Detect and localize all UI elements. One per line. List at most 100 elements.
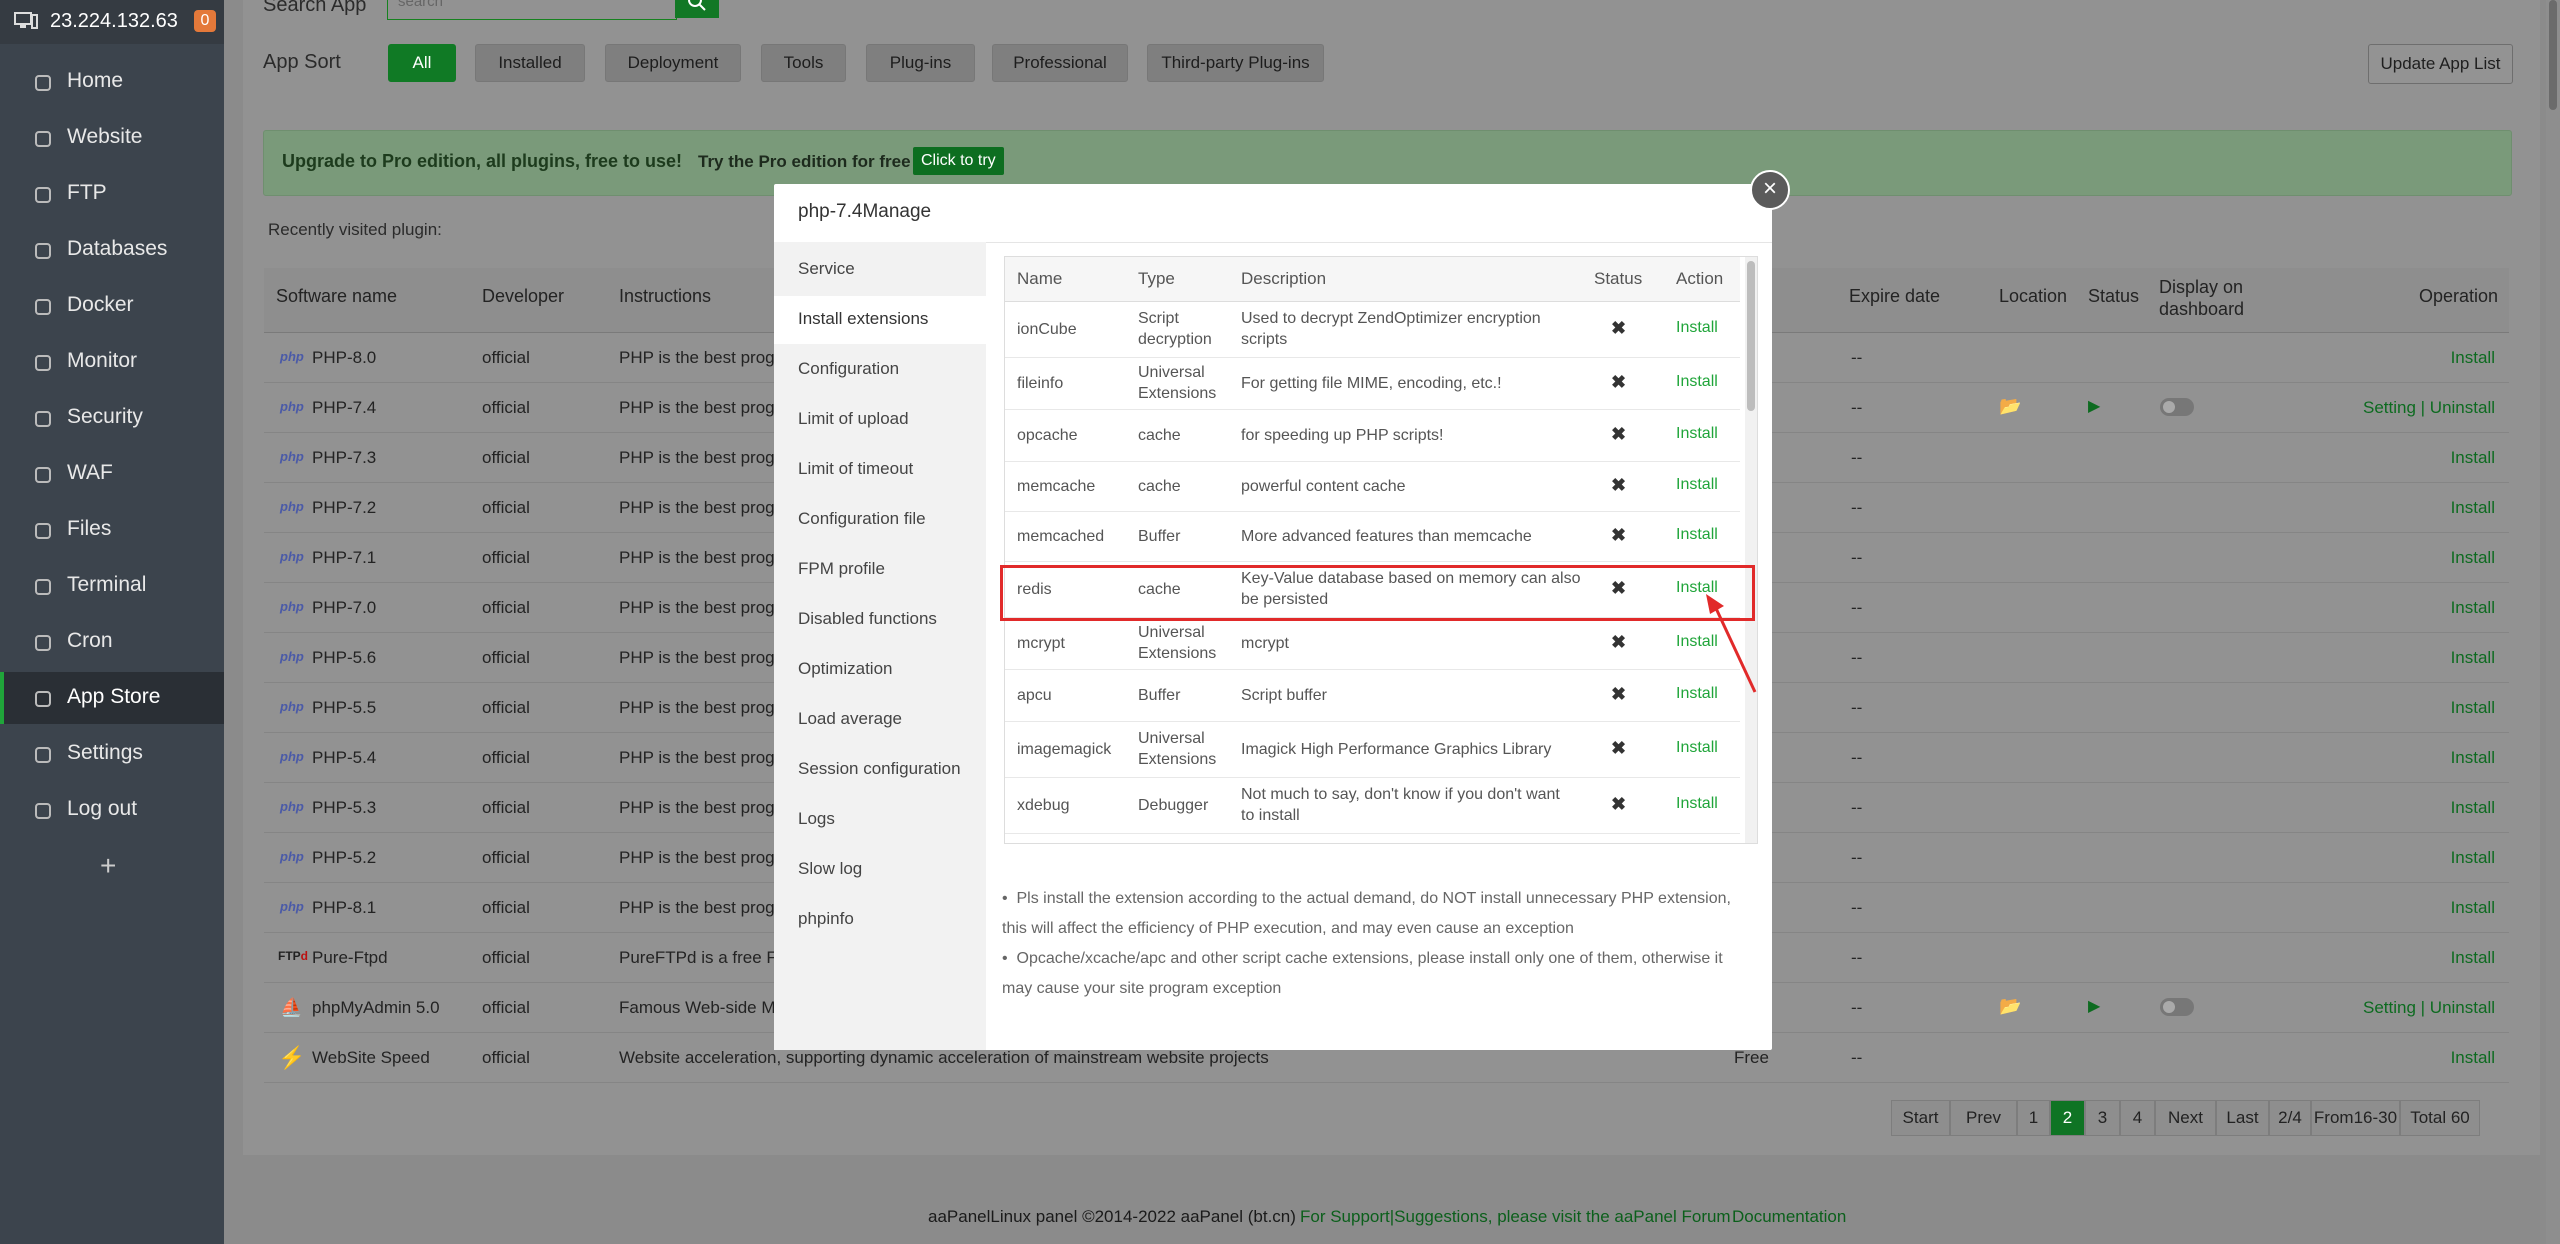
ext-type: Buffer bbox=[1138, 528, 1181, 545]
pager-item[interactable]: Total 60 bbox=[2400, 1100, 2480, 1136]
expire-date: -- bbox=[1851, 798, 1863, 817]
ext-name: memcached bbox=[1017, 528, 1105, 545]
install-button[interactable]: Install bbox=[1676, 425, 1718, 443]
page-scrollbar-thumb[interactable] bbox=[2549, 0, 2557, 110]
menu-item-limit-of-timeout[interactable]: Limit of timeout bbox=[774, 446, 986, 494]
menu-item-configuration[interactable]: Configuration bbox=[774, 346, 986, 394]
instructions: PHP is the best progr bbox=[619, 548, 781, 567]
operation-link[interactable]: Install bbox=[2451, 698, 2495, 718]
shield-icon bbox=[33, 409, 53, 429]
operation-link[interactable]: Install bbox=[2451, 748, 2495, 768]
pager-item[interactable]: 4 bbox=[2120, 1100, 2155, 1136]
menu-item-optimization[interactable]: Optimization bbox=[774, 646, 986, 694]
operation-link[interactable]: Install bbox=[2451, 498, 2495, 518]
extensions-scrollbar[interactable] bbox=[1745, 257, 1757, 843]
operation-link[interactable]: Install bbox=[2451, 648, 2495, 668]
click-to-try-button[interactable]: Click to try bbox=[913, 147, 1004, 175]
support-link[interactable]: For Support|Suggestions, please visit th… bbox=[1300, 1207, 1731, 1227]
sort-tab-professional[interactable]: Professional bbox=[992, 44, 1128, 82]
note-2: • Opcache/xcache/apc and other script ca… bbox=[1002, 950, 1723, 997]
sidebar-item-website[interactable]: Website bbox=[0, 112, 224, 164]
pager-item[interactable]: Next bbox=[2155, 1100, 2216, 1136]
operation-link[interactable]: Install bbox=[2451, 348, 2495, 368]
sort-tab-plug-ins[interactable]: Plug-ins bbox=[866, 44, 975, 82]
operation-link[interactable]: Install bbox=[2451, 1048, 2495, 1068]
menu-item-session-configuration[interactable]: Session configuration bbox=[774, 746, 986, 794]
add-icon[interactable]: + bbox=[100, 850, 116, 882]
pager-item[interactable]: 1 bbox=[2017, 1100, 2050, 1136]
menu-item-fpm-profile[interactable]: FPM profile bbox=[774, 546, 986, 594]
menu-item-disabled-functions[interactable]: Disabled functions bbox=[774, 596, 986, 644]
sort-tab-deployment[interactable]: Deployment bbox=[605, 44, 741, 82]
play-icon[interactable]: ▶ bbox=[2088, 996, 2100, 1016]
sort-tab-third-party-plug-ins[interactable]: Third-party Plug-ins bbox=[1147, 44, 1324, 82]
documentation-link[interactable]: Documentation bbox=[1732, 1207, 1846, 1227]
operation-link[interactable]: Setting | Uninstall bbox=[2363, 398, 2495, 418]
pager-item[interactable]: Start bbox=[1891, 1100, 1950, 1136]
sidebar-item-docker[interactable]: Docker bbox=[0, 280, 224, 332]
folder-icon[interactable]: 📂 bbox=[1999, 396, 2021, 417]
notification-badge[interactable]: 0 bbox=[194, 10, 216, 32]
folder-icon[interactable]: 📂 bbox=[1999, 996, 2021, 1017]
install-button[interactable]: Install bbox=[1676, 373, 1718, 391]
install-button[interactable]: Install bbox=[1676, 795, 1718, 813]
install-button[interactable]: Install bbox=[1676, 319, 1718, 337]
sidebar-item-log-out[interactable]: Log out bbox=[0, 784, 224, 836]
operation-link[interactable]: Setting | Uninstall bbox=[2363, 998, 2495, 1018]
operation-link[interactable]: Install bbox=[2451, 948, 2495, 968]
pager-item[interactable]: 3 bbox=[2085, 1100, 2120, 1136]
install-button[interactable]: Install bbox=[1676, 739, 1718, 757]
menu-item-logs[interactable]: Logs bbox=[774, 796, 986, 844]
page-scrollbar[interactable] bbox=[2546, 0, 2560, 1244]
install-button[interactable]: Install bbox=[1676, 476, 1718, 494]
play-icon[interactable]: ▶ bbox=[2088, 396, 2100, 416]
menu-item-load-average[interactable]: Load average bbox=[774, 696, 986, 744]
sort-tab-all[interactable]: All bbox=[388, 44, 456, 82]
pager-item[interactable]: Prev bbox=[1950, 1100, 2017, 1136]
update-app-list-button[interactable]: Update App List bbox=[2368, 44, 2513, 84]
search-input[interactable]: search bbox=[387, 0, 677, 20]
dashboard-toggle[interactable] bbox=[2160, 398, 2194, 416]
pager-item[interactable]: From16-30 bbox=[2311, 1100, 2400, 1136]
menu-item-configuration-file[interactable]: Configuration file bbox=[774, 496, 986, 544]
operation-link[interactable]: Install bbox=[2451, 898, 2495, 918]
install-button[interactable]: Install bbox=[1676, 526, 1718, 544]
pager-item[interactable]: 2 bbox=[2050, 1100, 2085, 1136]
instructions: PHP is the best progr bbox=[619, 648, 781, 667]
sort-tab-installed[interactable]: Installed bbox=[475, 44, 585, 82]
dashboard-toggle[interactable] bbox=[2160, 998, 2194, 1016]
menu-item-label: Configuration file bbox=[798, 509, 926, 528]
pager-item[interactable]: 2/4 bbox=[2269, 1100, 2311, 1136]
menu-item-service[interactable]: Service bbox=[774, 246, 986, 294]
operation-link[interactable]: Install bbox=[2451, 448, 2495, 468]
menu-item-install-extensions[interactable]: Install extensions bbox=[774, 296, 986, 344]
pager-item[interactable]: Last bbox=[2216, 1100, 2269, 1136]
sidebar-item-ftp[interactable]: FTP bbox=[0, 168, 224, 220]
ext-description: Used to decrypt ZendOptimizer encryption… bbox=[1241, 310, 1541, 348]
col-display-on-dashboard: Display on dashboard bbox=[2159, 277, 2245, 319]
search-button[interactable] bbox=[675, 0, 719, 18]
extensions-scrollbar-thumb[interactable] bbox=[1747, 261, 1755, 411]
sidebar-item-waf[interactable]: WAF bbox=[0, 448, 224, 500]
operation-link[interactable]: Install bbox=[2451, 848, 2495, 868]
operation-link[interactable]: Install bbox=[2451, 598, 2495, 618]
ext-col-type: Type bbox=[1138, 269, 1175, 288]
sidebar-item-databases[interactable]: Databases bbox=[0, 224, 224, 276]
close-icon[interactable]: × bbox=[1750, 170, 1790, 210]
menu-item-limit-of-upload[interactable]: Limit of upload bbox=[774, 396, 986, 444]
sidebar-item-app-store[interactable]: App Store bbox=[0, 672, 224, 724]
sidebar-item-label: Cron bbox=[67, 629, 113, 652]
menu-item-label: FPM profile bbox=[798, 559, 885, 578]
operation-link[interactable]: Install bbox=[2451, 798, 2495, 818]
sidebar-item-files[interactable]: Files bbox=[0, 504, 224, 556]
sidebar-item-cron[interactable]: Cron bbox=[0, 616, 224, 668]
sidebar-item-security[interactable]: Security bbox=[0, 392, 224, 444]
sidebar-item-settings[interactable]: Settings bbox=[0, 728, 224, 780]
operation-link[interactable]: Install bbox=[2451, 548, 2495, 568]
sort-tab-tools[interactable]: Tools bbox=[761, 44, 846, 82]
sidebar-item-terminal[interactable]: Terminal bbox=[0, 560, 224, 612]
sidebar-item-home[interactable]: Home bbox=[0, 56, 224, 108]
menu-item-slow-log[interactable]: Slow log bbox=[774, 846, 986, 894]
sidebar-item-monitor[interactable]: Monitor bbox=[0, 336, 224, 388]
menu-item-phpinfo[interactable]: phpinfo bbox=[774, 896, 986, 944]
